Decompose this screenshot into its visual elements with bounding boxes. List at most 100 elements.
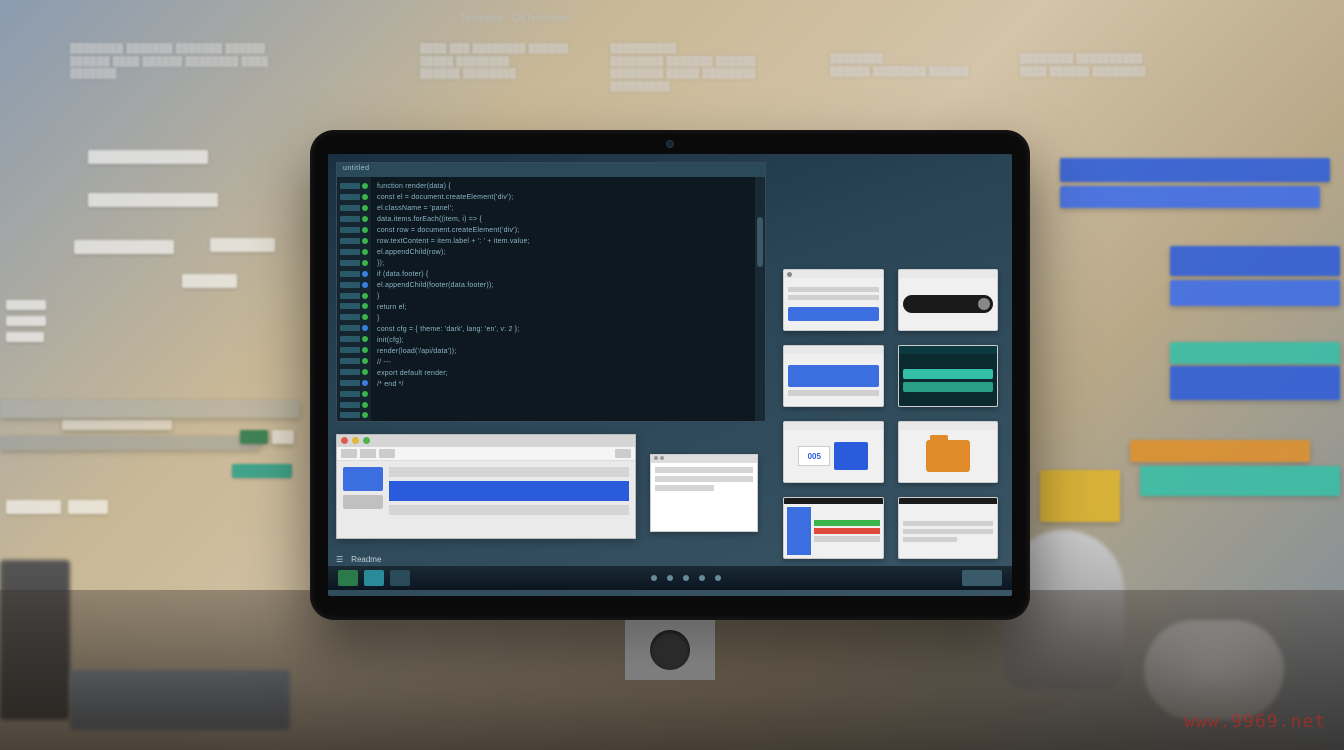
- bg-chip: [68, 500, 108, 514]
- code-line: render(load('/api/data'));: [377, 346, 749, 357]
- bg-text: ██████████████ ████████ ██████: [830, 52, 1010, 77]
- code-content[interactable]: function render(data) { const el = docum…: [371, 177, 755, 421]
- taskbar[interactable]: [328, 566, 1012, 590]
- code-gutter: [337, 177, 371, 421]
- code-line: el.className = 'panel';: [377, 203, 749, 214]
- badge-text: 005: [798, 446, 830, 466]
- thumb-folder-preview[interactable]: [898, 421, 999, 483]
- content-row: [389, 481, 629, 501]
- code-line: });: [377, 258, 749, 269]
- minimize-icon[interactable]: [352, 437, 359, 444]
- bg-chip: [6, 332, 44, 342]
- desktop-screen: untitled: [328, 154, 1012, 596]
- code-line: export default render;: [377, 368, 749, 379]
- monitor-camera: [666, 140, 674, 148]
- bg-chip: [210, 238, 275, 252]
- maximize-icon[interactable]: [363, 437, 370, 444]
- toolbar-button[interactable]: [360, 449, 376, 458]
- taskbar-dot-icon[interactable]: [683, 575, 689, 581]
- sidebar-block[interactable]: [343, 467, 383, 491]
- bg-text: ████ ███ ████████ ███████████ ██████████…: [420, 42, 590, 80]
- bg-panel: [1060, 158, 1330, 182]
- bg-text: ████████ ██████████████ ██████ ████████: [1020, 52, 1220, 77]
- mini-browser-window[interactable]: [650, 454, 758, 532]
- toolbar-button[interactable]: [379, 449, 395, 458]
- bg-chip: [182, 274, 237, 288]
- content-row: [389, 467, 629, 477]
- list-icon: ☰: [336, 555, 343, 564]
- bg-chip: [6, 300, 46, 310]
- thumb-search-preview[interactable]: [898, 269, 999, 331]
- app-window[interactable]: [336, 434, 636, 539]
- close-icon[interactable]: [341, 437, 348, 444]
- bg-chip: [6, 316, 46, 326]
- toolbar-button[interactable]: [615, 449, 631, 458]
- bg-chip: [88, 150, 208, 164]
- bg-chip: [88, 193, 218, 207]
- taskbar-item[interactable]: [390, 570, 410, 586]
- bg-panel: [1170, 280, 1340, 306]
- code-line: // ---: [377, 357, 749, 368]
- code-line: el.appendChild(footer(data.footer));: [377, 280, 749, 291]
- bg-panel: [1170, 342, 1340, 364]
- thumb-layout-preview[interactable]: [783, 497, 884, 559]
- bg-panel: [1170, 246, 1340, 276]
- taskbar-dot-icon[interactable]: [715, 575, 721, 581]
- app-window-titlebar[interactable]: [337, 435, 635, 447]
- taskbar-tray[interactable]: [962, 570, 1002, 586]
- bg-panel: [0, 400, 300, 418]
- sidebar-block[interactable]: [343, 495, 383, 509]
- bg-panel: [1060, 186, 1320, 208]
- monitor: untitled: [310, 130, 1030, 620]
- code-line: function render(data) {: [377, 181, 749, 192]
- window-dot-icon: [660, 456, 664, 460]
- toolbar-button[interactable]: [341, 449, 357, 458]
- code-line: row.textContent = item.label + ': ' + it…: [377, 236, 749, 247]
- code-line: return el;: [377, 302, 749, 313]
- bg-top-label: Template · DeTemplate: [460, 12, 569, 26]
- code-line: const row = document.createElement('div'…: [377, 225, 749, 236]
- thumb-panel-preview[interactable]: [898, 345, 999, 407]
- code-line: }: [377, 291, 749, 302]
- code-editor-titlebar[interactable]: untitled: [337, 163, 765, 177]
- thumb-badge-preview[interactable]: 005: [783, 421, 884, 483]
- thumb-card-preview[interactable]: [783, 345, 884, 407]
- taskbar-item[interactable]: [338, 570, 358, 586]
- code-scrollbar[interactable]: [755, 177, 765, 421]
- taskbar-item[interactable]: [364, 570, 384, 586]
- taskbar-dot-icon[interactable]: [667, 575, 673, 581]
- bg-panel: [1040, 470, 1120, 522]
- thumbnail-grid: 005: [783, 269, 998, 559]
- code-line: }: [377, 313, 749, 324]
- bg-panel: [1130, 440, 1310, 462]
- bg-chip: [272, 430, 294, 444]
- code-line: const cfg = { theme: 'dark', lang: 'en',…: [377, 324, 749, 335]
- monitor-stand-hole: [650, 630, 690, 670]
- code-line: el.appendChild(row);: [377, 247, 749, 258]
- bg-chip: [6, 500, 61, 514]
- taskbar-dot-icon[interactable]: [651, 575, 657, 581]
- content-row: [389, 505, 629, 515]
- bg-chip: [232, 464, 292, 478]
- app-window-body: [337, 461, 635, 538]
- code-line: const el = document.createElement('div')…: [377, 192, 749, 203]
- watermark-text: www.9969.net: [1184, 711, 1326, 732]
- code-line: init(cfg);: [377, 335, 749, 346]
- bg-panel: [1170, 366, 1340, 400]
- code-line: /* end */: [377, 379, 749, 390]
- bg-panel: [1140, 466, 1340, 496]
- thumb-form-preview[interactable]: [783, 269, 884, 331]
- bg-chip: [74, 240, 174, 254]
- window-dot-icon: [654, 456, 658, 460]
- bg-panel: [0, 436, 260, 450]
- code-line: data.items.forEach((item, i) => {: [377, 214, 749, 225]
- bg-text: ████████ ███████ ███████ ████████████ ██…: [70, 42, 330, 80]
- bg-text: ██████████████████ ███████ █████████████…: [610, 42, 810, 92]
- app-window-toolbar: [337, 447, 635, 461]
- taskbar-dot-icon[interactable]: [699, 575, 705, 581]
- code-line: if (data.footer) {: [377, 269, 749, 280]
- code-editor-window[interactable]: untitled: [336, 162, 766, 422]
- bg-panel: [62, 420, 172, 430]
- thumb-doc-preview[interactable]: [898, 497, 999, 559]
- bg-chip: [240, 430, 268, 444]
